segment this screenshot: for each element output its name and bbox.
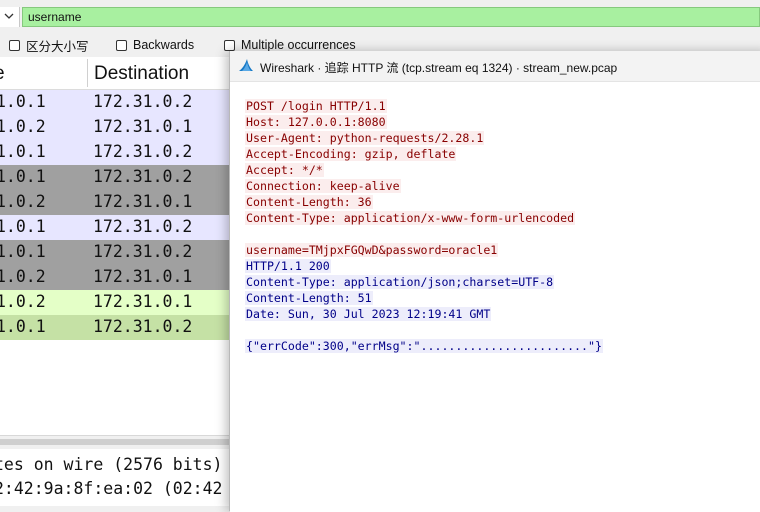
row-source-cell: 1.0.1 xyxy=(0,92,46,111)
column-header-destination[interactable]: Destination xyxy=(94,63,189,85)
row-destination-cell: 172.31.0.2 xyxy=(93,217,193,236)
dialog-title: Wireshark · 追踪 HTTP 流 (tcp.stream eq 132… xyxy=(260,61,618,75)
chevron-down-icon xyxy=(4,13,14,19)
wireshark-fin-icon xyxy=(239,59,253,71)
multiple-occurrences-checkbox[interactable] xyxy=(224,39,235,51)
response-line-text: HTTP/1.1 200 xyxy=(245,259,331,273)
table-row[interactable]: 1.0.2 172.31.0.1 xyxy=(0,290,230,315)
table-row[interactable]: 1.0.2 172.31.0.1 xyxy=(0,115,230,140)
row-source-cell: 1.0.1 xyxy=(0,167,46,186)
request-line: Host: 127.0.0.1:8080 xyxy=(245,114,603,130)
dialog-title-bar[interactable]: Wireshark · 追踪 HTTP 流 (tcp.stream eq 132… xyxy=(230,51,760,81)
row-destination-cell: 172.31.0.2 xyxy=(93,317,193,336)
scrollbar-thumb[interactable] xyxy=(0,439,230,445)
response-line-text: Date: Sun, 30 Jul 2023 12:19:41 GMT xyxy=(245,307,492,321)
request-line-text: username=TMjpxFGQwD&password=oracle1 xyxy=(245,243,499,257)
row-source-cell: 1.0.1 xyxy=(0,317,46,336)
stream-text: POST /login HTTP/1.1 Host: 127.0.0.1:8080… xyxy=(245,98,603,354)
response-line: {"errCode":300,"errMsg":"...............… xyxy=(245,338,603,354)
row-destination-cell: 172.31.0.1 xyxy=(93,192,193,211)
horizontal-scrollbar[interactable] xyxy=(0,435,230,449)
row-destination-cell: 172.31.0.2 xyxy=(93,167,193,186)
row-destination-cell: 172.31.0.1 xyxy=(93,292,193,311)
row-source-cell: 1.0.1 xyxy=(0,242,46,261)
request-line-text: Connection: keep-alive xyxy=(245,179,401,193)
column-header-source[interactable]: e xyxy=(0,63,5,85)
packet-list: e Destination 1.0.1 172.31.0.2 1.0.2 172.31… xyxy=(0,57,230,435)
request-line: Connection: keep-alive xyxy=(245,178,603,194)
request-line: Accept-Encoding: gzip, deflate xyxy=(245,146,603,162)
request-line-text xyxy=(245,227,247,241)
table-row[interactable]: 1.0.1 172.31.0.2 xyxy=(0,90,230,115)
response-line: Date: Sun, 30 Jul 2023 12:19:41 GMT xyxy=(245,306,603,322)
packet-rows: 1.0.1 172.31.0.2 1.0.2 172.31.0.1 1.0.1 172.3… xyxy=(0,90,230,340)
request-line-text: Accept: */* xyxy=(245,163,324,177)
request-line: Accept: */* xyxy=(245,162,603,178)
row-source-cell: 1.0.1 xyxy=(0,217,46,236)
stream-content[interactable]: POST /login HTTP/1.1 Host: 127.0.0.1:8080… xyxy=(230,81,760,512)
response-line-text xyxy=(245,323,247,337)
request-line-text: POST /login HTTP/1.1 xyxy=(245,99,387,113)
table-row[interactable]: 1.0.1 172.31.0.2 xyxy=(0,240,230,265)
find-bar: username xyxy=(0,7,760,27)
row-source-cell: 1.0.2 xyxy=(0,192,46,211)
search-type-dropdown[interactable] xyxy=(0,7,20,27)
multiple-occurrences-label: Multiple occurrences xyxy=(241,38,356,52)
column-divider[interactable] xyxy=(87,59,88,87)
table-row[interactable]: 1.0.1 172.31.0.2 xyxy=(0,215,230,240)
row-source-cell: 1.0.2 xyxy=(0,267,46,286)
request-line-text: Accept-Encoding: gzip, deflate xyxy=(245,147,457,161)
table-row[interactable]: 1.0.1 172.31.0.2 xyxy=(0,165,230,190)
follow-stream-dialog: Wireshark · 追踪 HTTP 流 (tcp.stream eq 132… xyxy=(229,51,760,512)
row-source-cell: 1.0.1 xyxy=(0,142,46,161)
row-destination-cell: 172.31.0.2 xyxy=(93,242,193,261)
backwards-label: Backwards xyxy=(133,38,195,52)
response-line: HTTP/1.1 200 xyxy=(245,258,603,274)
request-line-text: Content-Length: 36 xyxy=(245,195,373,209)
response-line: Content-Type: application/json;charset=U… xyxy=(245,274,603,290)
case-sensitive-checkbox[interactable] xyxy=(9,39,20,51)
request-line: Content-Type: application/x-www-form-url… xyxy=(245,210,603,226)
table-row[interactable]: 1.0.2 172.31.0.1 xyxy=(0,190,230,215)
request-line-text: Content-Type: application/x-www-form-url… xyxy=(245,211,576,225)
request-line: User-Agent: python-requests/2.28.1 xyxy=(245,130,603,146)
case-sensitive-label: 区分大小写 xyxy=(26,39,89,54)
table-row[interactable]: 1.0.2 172.31.0.1 xyxy=(0,265,230,290)
detail-frame-line[interactable]: tes on wire (2576 bits) xyxy=(0,455,222,474)
row-destination-cell: 172.31.0.2 xyxy=(93,142,193,161)
response-line xyxy=(245,322,603,338)
response-line-text: Content-Type: application/json;charset=U… xyxy=(245,275,555,289)
packet-details: tes on wire (2576 bits) 2:42:9a:8f:ea:02… xyxy=(0,449,230,506)
case-sensitive-option[interactable]: 区分大小写 xyxy=(9,36,89,54)
row-destination-cell: 172.31.0.1 xyxy=(93,267,193,286)
request-line: Content-Length: 36 xyxy=(245,194,603,210)
request-line: POST /login HTTP/1.1 xyxy=(245,98,603,114)
response-line-text: {"errCode":300,"errMsg":"...............… xyxy=(245,339,603,353)
table-row[interactable]: 1.0.1 172.31.0.2 xyxy=(0,315,230,340)
request-line: username=TMjpxFGQwD&password=oracle1 xyxy=(245,242,603,258)
row-destination-cell: 172.31.0.2 xyxy=(93,92,193,111)
request-line xyxy=(245,226,603,242)
backwards-option[interactable]: Backwards xyxy=(116,36,194,54)
backwards-checkbox[interactable] xyxy=(116,39,127,51)
search-input[interactable]: username xyxy=(22,7,760,27)
packet-list-header: e Destination xyxy=(0,57,230,90)
detail-ethernet-line[interactable]: 2:42:9a:8f:ea:02 (02:42 xyxy=(0,479,222,498)
response-line: Content-Length: 51 xyxy=(245,290,603,306)
row-destination-cell: 172.31.0.1 xyxy=(93,117,193,136)
table-row[interactable]: 1.0.1 172.31.0.2 xyxy=(0,140,230,165)
row-source-cell: 1.0.2 xyxy=(0,117,46,136)
row-source-cell: 1.0.2 xyxy=(0,292,46,311)
request-line-text: Host: 127.0.0.1:8080 xyxy=(245,115,387,129)
request-line-text: User-Agent: python-requests/2.28.1 xyxy=(245,131,485,145)
response-line-text: Content-Length: 51 xyxy=(245,291,373,305)
